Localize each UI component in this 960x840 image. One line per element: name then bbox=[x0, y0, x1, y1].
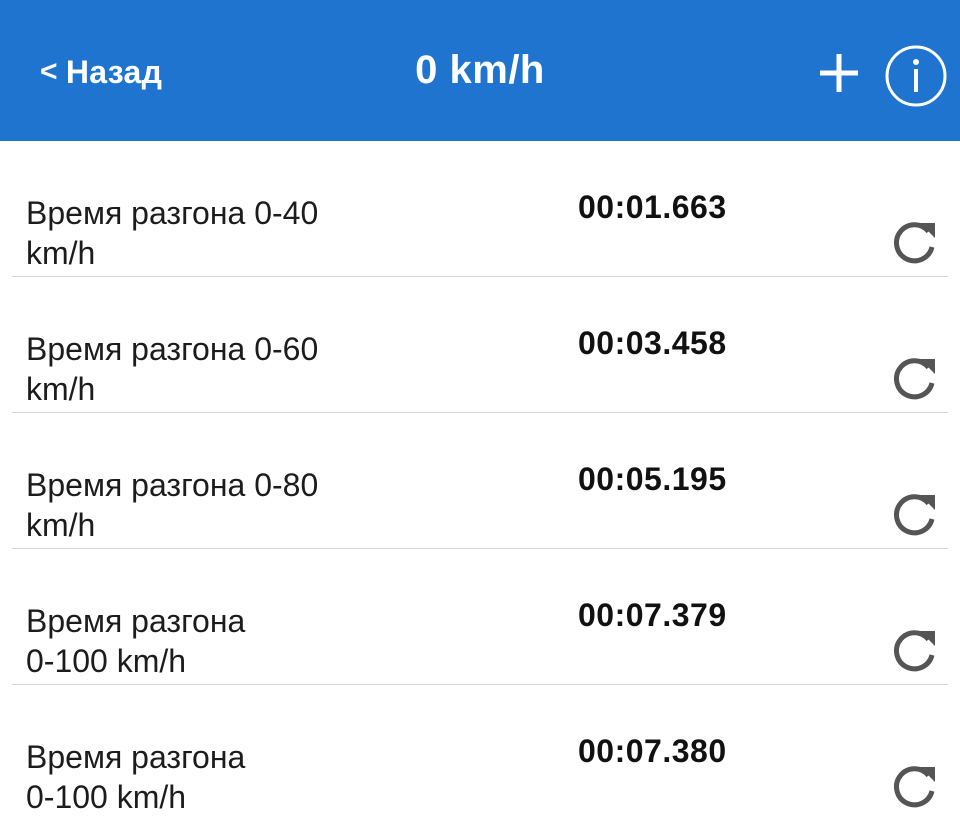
refresh-icon bbox=[894, 494, 935, 536]
reset-button[interactable] bbox=[890, 625, 940, 675]
refresh-icon bbox=[894, 358, 935, 400]
refresh-icon bbox=[894, 766, 935, 808]
reset-button[interactable] bbox=[890, 489, 940, 539]
acceleration-time: 00:03.458 bbox=[578, 325, 727, 361]
app-window: < Назад 0 km/h Время разгона 0-40 km/h 0… bbox=[0, 0, 960, 840]
refresh-icon bbox=[894, 630, 935, 672]
list-item: Время разгона 0-60 km/h 00:03.458 bbox=[12, 277, 948, 413]
info-button[interactable] bbox=[884, 44, 948, 108]
info-icon bbox=[885, 45, 947, 107]
refresh-icon bbox=[894, 222, 935, 264]
reset-button[interactable] bbox=[890, 353, 940, 403]
back-button[interactable]: < Назад bbox=[40, 52, 162, 92]
list-item: Время разгона 0-100 km/h 00:07.379 bbox=[12, 549, 948, 685]
plus-icon bbox=[820, 54, 858, 92]
acceleration-time: 00:05.195 bbox=[578, 461, 727, 497]
acceleration-time: 00:07.380 bbox=[578, 733, 727, 769]
acceleration-label: Время разгона 0-40 km/h bbox=[26, 195, 319, 271]
top-bar: < Назад 0 km/h bbox=[0, 0, 960, 141]
acceleration-label: Время разгона 0-80 km/h bbox=[26, 467, 319, 543]
reset-button[interactable] bbox=[890, 217, 940, 267]
back-chevron-icon: < bbox=[40, 55, 58, 88]
acceleration-label: Время разгона 0-100 km/h bbox=[26, 603, 246, 679]
reset-button[interactable] bbox=[890, 761, 940, 811]
list-item: Время разгона 0-40 km/h 00:01.663 bbox=[12, 141, 948, 277]
add-button[interactable] bbox=[816, 50, 862, 96]
list-item: Время разгона 0-80 km/h 00:05.195 bbox=[12, 413, 948, 549]
acceleration-label: Время разгона 0-60 km/h bbox=[26, 331, 319, 407]
acceleration-time: 00:07.379 bbox=[578, 597, 727, 633]
acceleration-time: 00:01.663 bbox=[578, 189, 727, 225]
acceleration-list: Время разгона 0-40 km/h 00:01.663 Время … bbox=[0, 141, 960, 820]
acceleration-label: Время разгона 0-100 km/h bbox=[26, 739, 246, 815]
back-label: Назад bbox=[65, 53, 163, 90]
list-item: Время разгона 0-100 km/h 00:07.380 bbox=[12, 685, 948, 820]
